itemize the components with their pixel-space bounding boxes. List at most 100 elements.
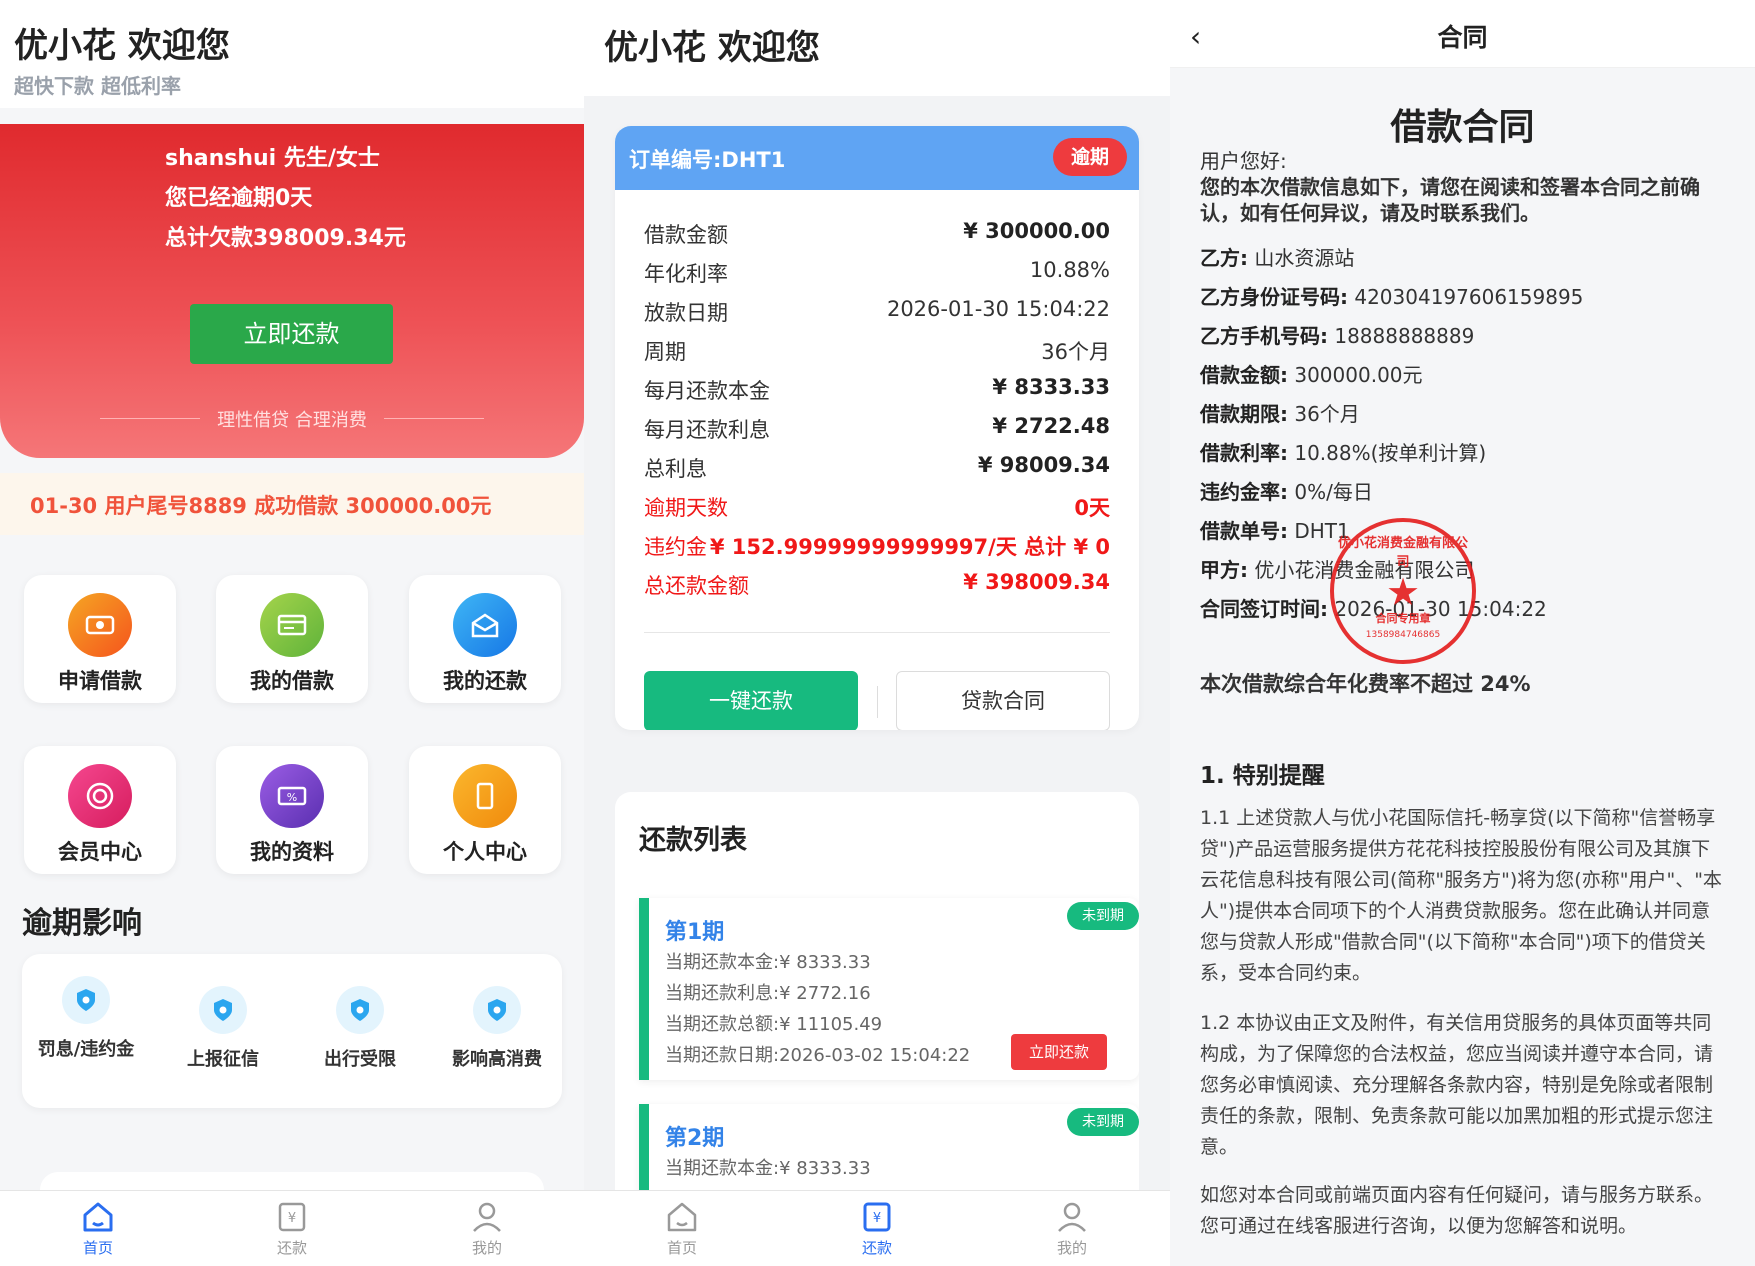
- user-icon: [473, 1202, 501, 1232]
- order-card: 订单编号:DHT1 逾期 借款金额 ¥ 300000.00 年化利率 10.88% …: [615, 126, 1139, 730]
- row-value: 2026-01-30 15:04:22: [886, 297, 1110, 321]
- row-value: 0天: [1074, 496, 1110, 520]
- contract-paragraph: 1.2 本协议由正文及附件，有关信用贷服务的具体页面等共同构成，为了保障您的合法…: [1200, 1012, 1714, 1158]
- field-rate: 借款利率: 10.88%(按单利计算): [1200, 437, 1486, 466]
- tab-label: 我的: [471, 1239, 502, 1257]
- row-key: 借款金额: [644, 223, 728, 247]
- loan-contract-button[interactable]: 贷款合同: [896, 671, 1110, 730]
- apply-loan-button[interactable]: 申请借款: [24, 575, 176, 703]
- one-click-repay-button[interactable]: 一键还款: [644, 671, 858, 730]
- order-row-overdue-days: 逾期天数 0天: [644, 492, 1110, 522]
- overdue-item-label: 罚息/违约金: [37, 1039, 135, 1060]
- row-value: 10.88%: [1029, 258, 1110, 282]
- phone-icon: [453, 764, 517, 828]
- grid-label: 我的还款: [443, 669, 527, 693]
- order-row-date: 放款日期 2026-01-30 15:04:22: [644, 297, 1110, 327]
- field-label: 乙方身份证号码:: [1200, 285, 1348, 309]
- period-principal: 当期还款本金:¥ 8333.33: [665, 952, 871, 973]
- seal-text: 合同专用章: [1375, 612, 1431, 625]
- loan-notice-bar: 01-30 用户尾号8889 成功借款 300000.00元: [0, 473, 584, 535]
- tab-label: 还款: [861, 1239, 892, 1257]
- tab-label: 首页: [666, 1239, 697, 1257]
- shield-icon: [473, 986, 521, 1034]
- row-key: 放款日期: [644, 301, 728, 325]
- personal-center-button[interactable]: 个人中心: [409, 746, 561, 874]
- period-total: 当期还款总额:¥ 11105.49: [665, 1014, 883, 1035]
- app-title: 优小花 欢迎您: [604, 28, 820, 68]
- field-value: 山水资源站: [1248, 246, 1355, 270]
- tab-mine[interactable]: 我的: [447, 1201, 527, 1258]
- debt-summary-card: shanshui 先生/女士 您已经逾期0天 总计欠款398009.34元 立即…: [0, 124, 584, 458]
- field-value: 18888888889: [1328, 324, 1475, 348]
- tab-mine[interactable]: 我的: [1032, 1201, 1112, 1258]
- user-greeting: shanshui 先生/女士: [165, 146, 380, 171]
- company-seal: 优小花消费金融有限公司 ★ 合同专用章 1358984746865: [1330, 518, 1476, 664]
- row-key: 每月还款利息: [644, 418, 770, 442]
- grid-label: 申请借款: [58, 669, 142, 693]
- field-party-b: 乙方: 山水资源站: [1200, 242, 1354, 271]
- overdue-impact-card: 罚息/违约金 上报征信 出行受限 影响高消费: [22, 954, 562, 1108]
- shield-icon: [199, 986, 247, 1034]
- tab-home[interactable]: 首页: [58, 1201, 138, 1258]
- grid-label: 我的借款: [250, 669, 334, 693]
- order-row-rate: 年化利率 10.88%: [644, 258, 1110, 288]
- field-label: 乙方:: [1200, 246, 1248, 270]
- my-repayments-button[interactable]: 我的还款: [409, 575, 561, 703]
- contract-paragraph: 如您对本合同或前端页面内容有任何疑问，请与服务方联系。您可通过在线客服进行咨询，…: [1200, 1184, 1714, 1237]
- my-loans-button[interactable]: 我的借款: [216, 575, 368, 703]
- overdue-item: 上报征信: [163, 986, 283, 1071]
- period-principal: 当期还款本金:¥ 8333.33: [665, 1158, 871, 1179]
- period-name: 第2期: [665, 1126, 725, 1151]
- status-badge: 未到期: [1067, 902, 1139, 930]
- overdue-item: 罚息/违约金: [26, 976, 146, 1061]
- seal-ring-text: 优小花消费金融有限公司: [1337, 536, 1468, 570]
- contract-body: 借款合同 用户您好: 您的本次借款信息如下，请您在阅读和签署本合同之前确认，如有…: [1170, 68, 1755, 1266]
- row-key: 违约金: [644, 535, 707, 559]
- period-name: 第1期: [665, 920, 725, 945]
- row-value: ¥ 98009.34: [977, 453, 1110, 477]
- row-key: 周期: [644, 340, 686, 364]
- row-value: 36个月: [1041, 340, 1110, 364]
- row-key: 总利息: [644, 457, 707, 481]
- tab-home[interactable]: 首页: [642, 1201, 722, 1258]
- row-value: ¥ 398009.34: [963, 570, 1110, 594]
- field-term: 借款期限: 36个月: [1200, 398, 1360, 427]
- field-order-no: 借款单号: DHT1: [1200, 515, 1350, 544]
- order-row-penalty: 违约金 ¥ 152.99999999999997/天 总计 ¥ 0: [644, 531, 1110, 561]
- app-title: 优小花 欢迎您: [14, 26, 230, 66]
- field-label: 借款利率:: [1200, 441, 1288, 465]
- total-debt-text: 总计欠款398009.34元: [165, 226, 406, 251]
- shield-icon: [62, 976, 110, 1024]
- field-label: 甲方:: [1200, 558, 1248, 582]
- page-title: 合同: [1437, 23, 1488, 52]
- tab-label: 还款: [276, 1239, 307, 1257]
- shield-icon: [336, 986, 384, 1034]
- contract-screen: 合同 ‹ 借款合同 用户您好: 您的本次借款信息如下，请您在阅读和签署本合同之前…: [1170, 0, 1755, 1266]
- card-icon: [260, 593, 324, 657]
- money-icon: [68, 593, 132, 657]
- field-label: 乙方手机号码:: [1200, 324, 1328, 348]
- row-value: ¥ 8333.33: [992, 375, 1110, 399]
- member-center-button[interactable]: 会员中心: [24, 746, 176, 874]
- period-repay-button[interactable]: 立即还款: [1011, 1034, 1107, 1070]
- tab-repay[interactable]: ¥ 还款: [837, 1201, 917, 1258]
- order-row-amount: 借款金额 ¥ 300000.00: [644, 219, 1110, 249]
- home-icon: [667, 1202, 697, 1232]
- field-id-number: 乙方身份证号码: 420304197606159895: [1200, 281, 1583, 310]
- status-badge: 未到期: [1067, 1108, 1139, 1136]
- overdue-item: 影响高消费: [437, 986, 557, 1071]
- tab-repay[interactable]: ¥ 还款: [252, 1201, 332, 1258]
- period-date: 当期还款日期:2026-03-02 15:04:22: [665, 1045, 971, 1066]
- my-profile-button[interactable]: % 我的资料: [216, 746, 368, 874]
- back-icon[interactable]: ‹: [1190, 20, 1201, 53]
- order-row-period: 周期 36个月: [644, 336, 1110, 366]
- member-icon: [68, 764, 132, 828]
- order-number: 订单编号:DHT1: [629, 148, 786, 172]
- repay-now-button[interactable]: 立即还款: [190, 304, 393, 364]
- hero-slogan: 理性借贷 合理消费: [100, 406, 484, 432]
- row-key: 每月还款本金: [644, 379, 770, 403]
- tab-bar: 首页 ¥ 还款 我的: [584, 1190, 1170, 1266]
- period-item: 第1期 未到期 当期还款本金:¥ 8333.33 当期还款利息:¥ 2772.1…: [639, 898, 1139, 1080]
- seal-number: 1358984746865: [1365, 630, 1441, 640]
- contract-greeting: 用户您好:: [1200, 149, 1287, 173]
